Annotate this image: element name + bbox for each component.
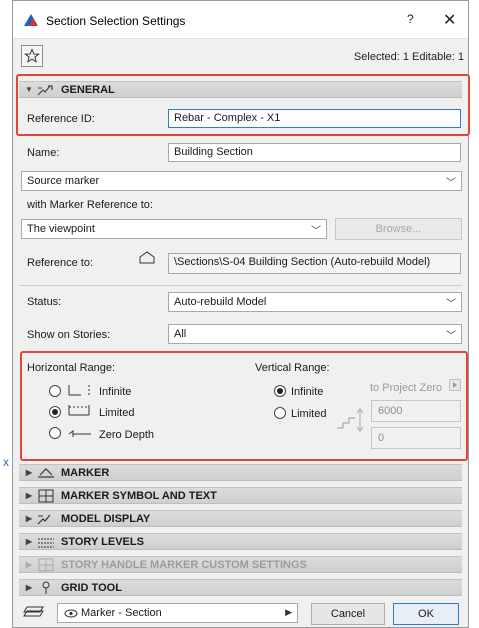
- story-levels-icon: [36, 535, 56, 549]
- browse-button[interactable]: Browse...: [335, 218, 462, 240]
- layer-value: Marker - Section: [81, 607, 162, 619]
- marker-reference-select[interactable]: The viewpoint ﹀: [21, 219, 327, 239]
- marker-icon: [36, 466, 56, 480]
- section-selection-settings-dialog: Section Selection Settings ? ✕ Selected:…: [12, 0, 470, 628]
- status-value: Auto-rebuild Model: [174, 296, 267, 308]
- marker-reference-label: with Marker Reference to:: [27, 199, 153, 211]
- help-button[interactable]: ?: [407, 12, 414, 26]
- name-label: Name:: [27, 147, 60, 159]
- status-select[interactable]: Auto-rebuild Model ﹀: [168, 292, 462, 312]
- show-on-stories-label: Show on Stories:: [27, 329, 111, 341]
- window-title: Section Selection Settings: [46, 14, 186, 28]
- expand-triangle-icon: ▶: [25, 468, 33, 477]
- panel-header-label: MARKER SYMBOL AND TEXT: [61, 489, 217, 502]
- panel-header-label: STORY LEVELS: [61, 535, 144, 548]
- range-highlight-box: [20, 351, 468, 461]
- chevron-down-icon: ﹀: [446, 299, 456, 310]
- background-close-icon: x: [3, 455, 9, 469]
- story-handle-marker-icon: [36, 558, 56, 572]
- stories-value: All: [174, 328, 187, 340]
- panel-header-story-handle-marker[interactable]: ▶ STORY HANDLE MARKER CUSTOM SETTINGS: [19, 556, 462, 573]
- chevron-down-icon: ﹀: [446, 331, 456, 342]
- close-button[interactable]: ✕: [443, 10, 456, 30]
- panel-header-label: MARKER: [61, 466, 110, 479]
- panel-header-marker-symbol-text[interactable]: ▶ MARKER SYMBOL AND TEXT: [19, 487, 462, 504]
- title-bar: Section Selection Settings ? ✕: [13, 1, 468, 39]
- reference-to-path: \Sections\S-04 Building Section (Auto-re…: [168, 253, 461, 274]
- layer-stack-icon: [23, 606, 44, 617]
- archicad-app-icon: [24, 14, 38, 26]
- expand-triangle-icon: ▶: [25, 514, 33, 523]
- cancel-button[interactable]: Cancel: [311, 603, 385, 625]
- ok-button[interactable]: OK: [393, 603, 459, 625]
- separator: [19, 285, 462, 286]
- expand-triangle-icon: ▶: [25, 491, 33, 500]
- chevron-down-icon: ﹀: [446, 178, 456, 189]
- eye-icon: [64, 609, 78, 618]
- chevron-down-icon: ﹀: [311, 226, 321, 237]
- marker-reference-value: The viewpoint: [27, 223, 95, 235]
- house-reference-icon: [139, 251, 155, 264]
- star-icon: [24, 48, 40, 63]
- stories-select[interactable]: All ﹀: [168, 324, 462, 344]
- expand-triangle-icon: ▶: [25, 537, 33, 546]
- general-highlight-box: [16, 74, 470, 136]
- model-display-icon: [36, 512, 56, 526]
- marker-type-value: Source marker: [27, 175, 100, 187]
- panel-header-grid-tool[interactable]: ▶ GRID TOOL: [19, 579, 462, 596]
- favorites-button[interactable]: [21, 45, 43, 67]
- layer-select[interactable]: Marker - Section ▶: [57, 603, 298, 623]
- chevron-right-icon: ▶: [285, 607, 292, 617]
- expand-triangle-icon: ▶: [25, 583, 33, 592]
- reference-to-label: Reference to:: [27, 257, 94, 269]
- panel-header-label: STORY HANDLE MARKER CUSTOM SETTINGS: [61, 558, 307, 571]
- panel-header-marker[interactable]: ▶ MARKER: [19, 464, 462, 481]
- expand-triangle-icon: ▶: [25, 560, 33, 569]
- marker-type-select[interactable]: Source marker ﹀: [21, 171, 462, 191]
- panel-header-label: MODEL DISPLAY: [61, 512, 151, 525]
- marker-symbol-icon: [36, 489, 56, 503]
- name-input[interactable]: Building Section: [168, 143, 461, 162]
- panel-header-label: GRID TOOL: [61, 581, 122, 594]
- selected-editable-count: Selected: 1 Editable: 1: [353, 51, 464, 63]
- panel-header-model-display[interactable]: ▶ MODEL DISPLAY: [19, 510, 462, 527]
- status-label: Status:: [27, 296, 62, 308]
- grid-tool-icon: [36, 581, 56, 595]
- panel-header-story-levels[interactable]: ▶ STORY LEVELS: [19, 533, 462, 550]
